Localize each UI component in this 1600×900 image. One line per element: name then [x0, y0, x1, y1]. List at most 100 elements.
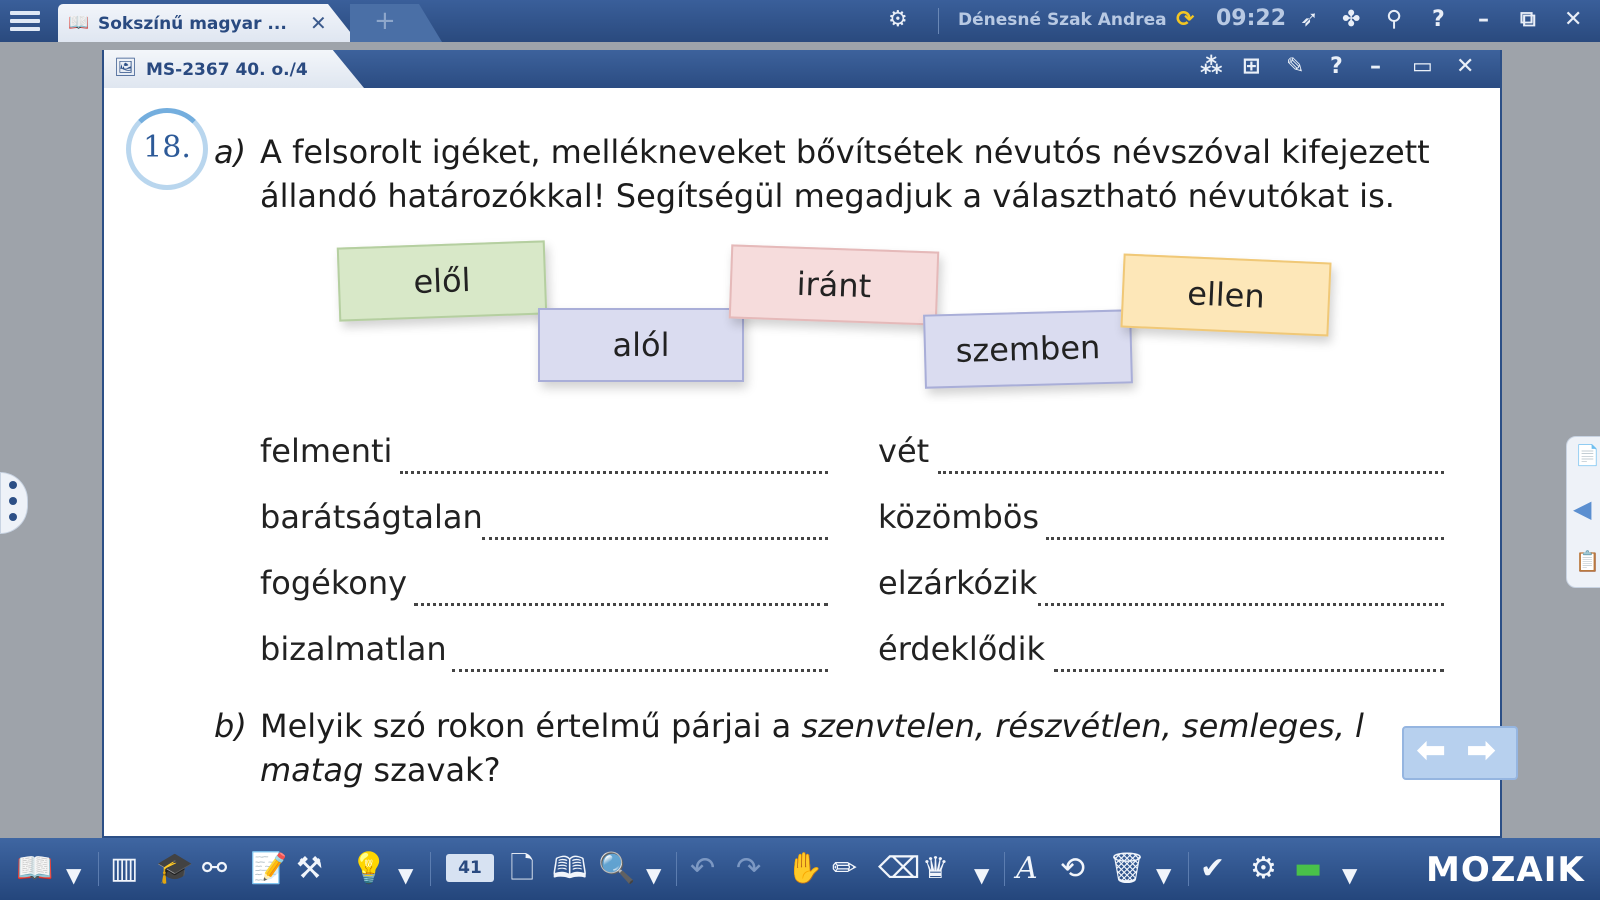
postposition-card[interactable]: ellen [1120, 253, 1332, 337]
settings-icon[interactable]: ⚙ [1250, 852, 1277, 886]
hand-icon[interactable]: ✋ [786, 852, 823, 886]
answer-line[interactable] [400, 471, 828, 474]
answer-line[interactable] [482, 537, 828, 540]
two-pages-icon[interactable]: 🕮 [552, 852, 587, 886]
part-a-line1: A felsorolt igéket, mellékneveket bővíts… [260, 133, 1430, 171]
document-icon[interactable]: 📝 [250, 852, 287, 886]
settings-icon[interactable]: ⚙ [888, 5, 908, 35]
zoom-icon[interactable]: 🔍 [598, 852, 635, 886]
panels-icon[interactable]: ▥ [110, 852, 138, 886]
maximize-icon[interactable]: ▭ [1412, 54, 1433, 79]
card-label: alól [612, 326, 670, 364]
chevron-down-icon[interactable]: ▼ [646, 858, 661, 892]
answer-line[interactable] [938, 471, 1444, 474]
new-tab-button[interactable]: + [350, 4, 442, 42]
checkmark-icon[interactable]: ✔ [1200, 852, 1225, 886]
chevron-down-icon[interactable]: ▼ [1342, 858, 1357, 892]
card-label: ellen [1186, 274, 1266, 316]
left-panel-handle[interactable] [0, 472, 28, 534]
mozaik-logo: MOZAIK [1426, 850, 1585, 890]
window-titlebar: 🖼 MS-2367 40. o./4 ⁂ ⊞ ✎ ? – ▭ ✕ [104, 50, 1500, 88]
popout-icon[interactable]: ⧉ [1520, 5, 1536, 35]
clock: 09:22 [1216, 6, 1287, 31]
part-b-text: b) Melyik szó rokon értelmű párjai a sze… [214, 704, 1484, 748]
user-name: Dénesné Szak Andrea [958, 10, 1167, 30]
chevron-down-icon[interactable]: ▼ [974, 858, 989, 892]
pen-icon[interactable]: ✏ [832, 852, 857, 886]
window-title: MS-2367 40. o./4 [146, 60, 308, 80]
share-icon[interactable]: ⁂ [1200, 54, 1223, 79]
tab-title: Sokszínű magyar ... [98, 14, 287, 34]
help-icon[interactable]: ? [1330, 54, 1343, 79]
window-tab[interactable]: 🖼 MS-2367 40. o./4 [104, 50, 364, 88]
word-row: érdeklődik [878, 630, 1045, 668]
trash-icon[interactable]: 🗑 [1108, 852, 1146, 886]
part-b-line2-rest: szavak? [373, 751, 501, 789]
postposition-card[interactable]: iránt [728, 244, 940, 326]
rotate-icon[interactable]: ⟲ [1060, 852, 1085, 886]
menu-icon[interactable] [10, 8, 40, 34]
exercise-content: 18. a) A felsorolt igéket, mellékneveket… [104, 88, 1500, 836]
prev-arrow-icon[interactable]: ⬅ [1416, 730, 1446, 771]
notes-icon[interactable]: 📋 [1575, 549, 1600, 573]
divider [676, 852, 677, 886]
add-page-icon[interactable]: 🗋 [510, 852, 534, 886]
markers-icon[interactable]: ♛ [922, 852, 949, 886]
lightbulb-icon[interactable]: 💡 [350, 852, 387, 886]
graduation-cap-icon[interactable]: 🎓 [156, 852, 193, 886]
part-b-label: b) [214, 707, 247, 745]
answer-line[interactable] [414, 603, 828, 606]
eraser-icon[interactable]: ⌫ [878, 852, 920, 886]
word-row: elzárkózik [878, 564, 1037, 602]
redo-icon[interactable]: ↷ [736, 852, 761, 886]
card-label: szemben [955, 328, 1101, 370]
word-label: barátságtalan [260, 498, 483, 536]
word-label: elzárkózik [878, 564, 1038, 602]
collapse-arrow-icon[interactable]: ◀ [1573, 495, 1591, 523]
book-icon[interactable]: 📖 [16, 852, 53, 886]
help-icon[interactable]: ? [1432, 5, 1445, 35]
word-row: közömbös [878, 498, 1039, 536]
top-bar: 📖 Sokszínű magyar ... ✕ + ⚙ Dénesné Szak… [0, 0, 1600, 42]
pin-icon[interactable]: ✎ [1286, 54, 1304, 79]
apps-icon[interactable]: ✤ [1342, 5, 1360, 35]
hammer-icon[interactable]: ⚒ [296, 852, 323, 886]
screen-icon[interactable]: ▬ [1294, 852, 1322, 886]
tab-close-icon[interactable]: ✕ [310, 11, 327, 35]
word-row: felmenti [260, 432, 392, 470]
chevron-down-icon[interactable]: ▼ [1156, 858, 1171, 892]
text-tool-icon[interactable]: A [1016, 852, 1038, 886]
page-number-field[interactable]: 41 [446, 854, 494, 882]
bottom-toolbar: 📖 ▼ ▥ 🎓 ⚯ 📝 ⚒ 💡 ▼ 41 🗋 🕮 🔍 ▼ ↶ ↷ ✋ ✏ ⌫ ♛… [0, 838, 1600, 900]
answer-line[interactable] [1046, 537, 1444, 540]
chevron-down-icon[interactable]: ▼ [398, 858, 413, 892]
add-window-icon[interactable]: ⊞ [1242, 54, 1260, 79]
answer-line[interactable] [1054, 669, 1444, 672]
refresh-icon[interactable]: ⟳ [1176, 5, 1194, 35]
binoculars-icon[interactable]: ⚯ [202, 852, 227, 886]
answer-line[interactable] [1038, 603, 1444, 606]
next-arrow-icon[interactable]: ➡ [1466, 730, 1496, 771]
add-page-icon[interactable]: 📄 [1575, 443, 1600, 467]
divider [1004, 852, 1005, 886]
right-panel-handle[interactable]: 📄 ◀ 📋 [1566, 436, 1600, 588]
word-label: fogékony [260, 564, 408, 602]
search-icon[interactable]: ⚲ [1386, 5, 1402, 35]
close-icon[interactable]: ✕ [1456, 54, 1474, 79]
divider [98, 852, 99, 886]
part-a-label: a) [214, 133, 247, 171]
tab-book[interactable]: 📖 Sokszínű magyar ... ✕ [58, 4, 358, 42]
exercise-number-badge: 18. [126, 108, 208, 190]
page-nav-box: ⬅ ➡ [1402, 726, 1518, 780]
answer-line[interactable] [452, 669, 828, 672]
minimize-icon[interactable]: – [1478, 5, 1489, 35]
postposition-card[interactable]: elől [336, 240, 548, 322]
close-icon[interactable]: ✕ [1564, 5, 1582, 35]
rocket-icon[interactable]: ➶ [1300, 5, 1318, 35]
chevron-down-icon[interactable]: ▼ [66, 858, 81, 892]
minimize-icon[interactable]: – [1370, 54, 1381, 79]
undo-icon[interactable]: ↶ [690, 852, 715, 886]
image-icon: 🖼 [114, 57, 137, 78]
postposition-card[interactable]: alól [538, 308, 744, 382]
postposition-card[interactable]: szemben [923, 309, 1133, 389]
